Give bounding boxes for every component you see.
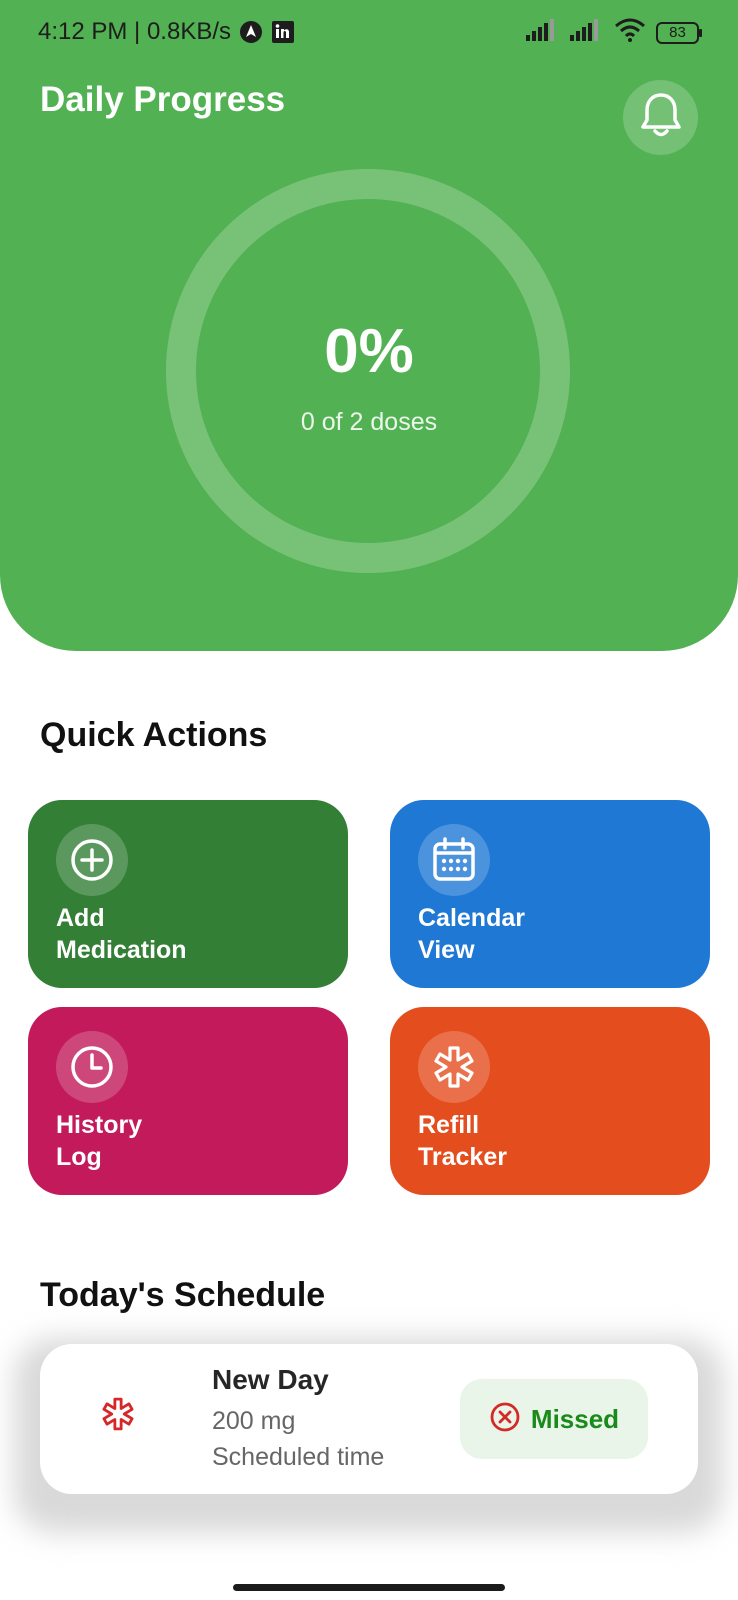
notifications-button[interactable] [623, 80, 698, 155]
wifi-icon [614, 18, 646, 47]
status-label: Missed [530, 1403, 620, 1434]
progress-percent: 0% [324, 317, 414, 386]
quick-actions-title: Quick Actions [40, 716, 268, 754]
card-label-line: Calendar [418, 904, 525, 932]
medication-time: Scheduled time [212, 1443, 385, 1471]
calendar-view-card[interactable]: Calendar View [390, 800, 710, 988]
card-label-line: View [418, 936, 475, 964]
linkedin-icon [271, 20, 295, 44]
todays-schedule-title: Today's Schedule [40, 1276, 326, 1314]
card-label-line: Add [56, 904, 105, 932]
history-log-card[interactable]: History Log [28, 1007, 348, 1195]
battery-icon: 83 [656, 21, 704, 45]
status-bar-right: 83 [526, 18, 704, 47]
page-title: Daily Progress [40, 80, 286, 119]
card-label-line: History [56, 1111, 143, 1139]
home-indicator[interactable] [233, 1584, 505, 1591]
medication-name: New Day [212, 1364, 329, 1395]
status-bar-left: 4:12 PM | 0.8KB/s [38, 18, 295, 46]
status-time: 4:12 PM | 0.8KB/s [38, 18, 231, 45]
medication-dose: 200 mg [212, 1407, 296, 1435]
add-circle-icon [56, 824, 128, 896]
schedule-item[interactable]: New Day 200 mg Scheduled time Missed [40, 1344, 698, 1494]
missed-x-icon [489, 1401, 521, 1438]
clock-icon [56, 1031, 128, 1103]
card-label-line: Refill [418, 1111, 480, 1139]
bell-icon [639, 91, 683, 144]
add-medication-label: Add Medication [56, 902, 187, 966]
refill-tracker-label: Refill Tracker [418, 1109, 507, 1173]
progress-caption: 0 of 2 doses [300, 408, 438, 436]
card-label-line: Log [56, 1143, 102, 1171]
card-label-line: Medication [56, 936, 187, 964]
refill-tracker-card[interactable]: Refill Tracker [390, 1007, 710, 1195]
add-medication-card[interactable]: Add Medication [28, 800, 348, 988]
calendar-icon [418, 824, 490, 896]
signal-icon [526, 19, 560, 46]
status-bar: 4:12 PM | 0.8KB/s 83 [0, 0, 738, 62]
medical-star-icon [418, 1031, 490, 1103]
card-label-line: Tracker [418, 1143, 507, 1171]
medical-star-icon [100, 1396, 136, 1437]
calendar-view-label: Calendar View [418, 902, 525, 966]
battery-level: 83 [669, 23, 686, 41]
history-log-label: History Log [56, 1109, 142, 1173]
signal-icon [570, 19, 604, 46]
navigation-app-icon [239, 20, 263, 44]
status-badge: Missed [460, 1379, 648, 1459]
